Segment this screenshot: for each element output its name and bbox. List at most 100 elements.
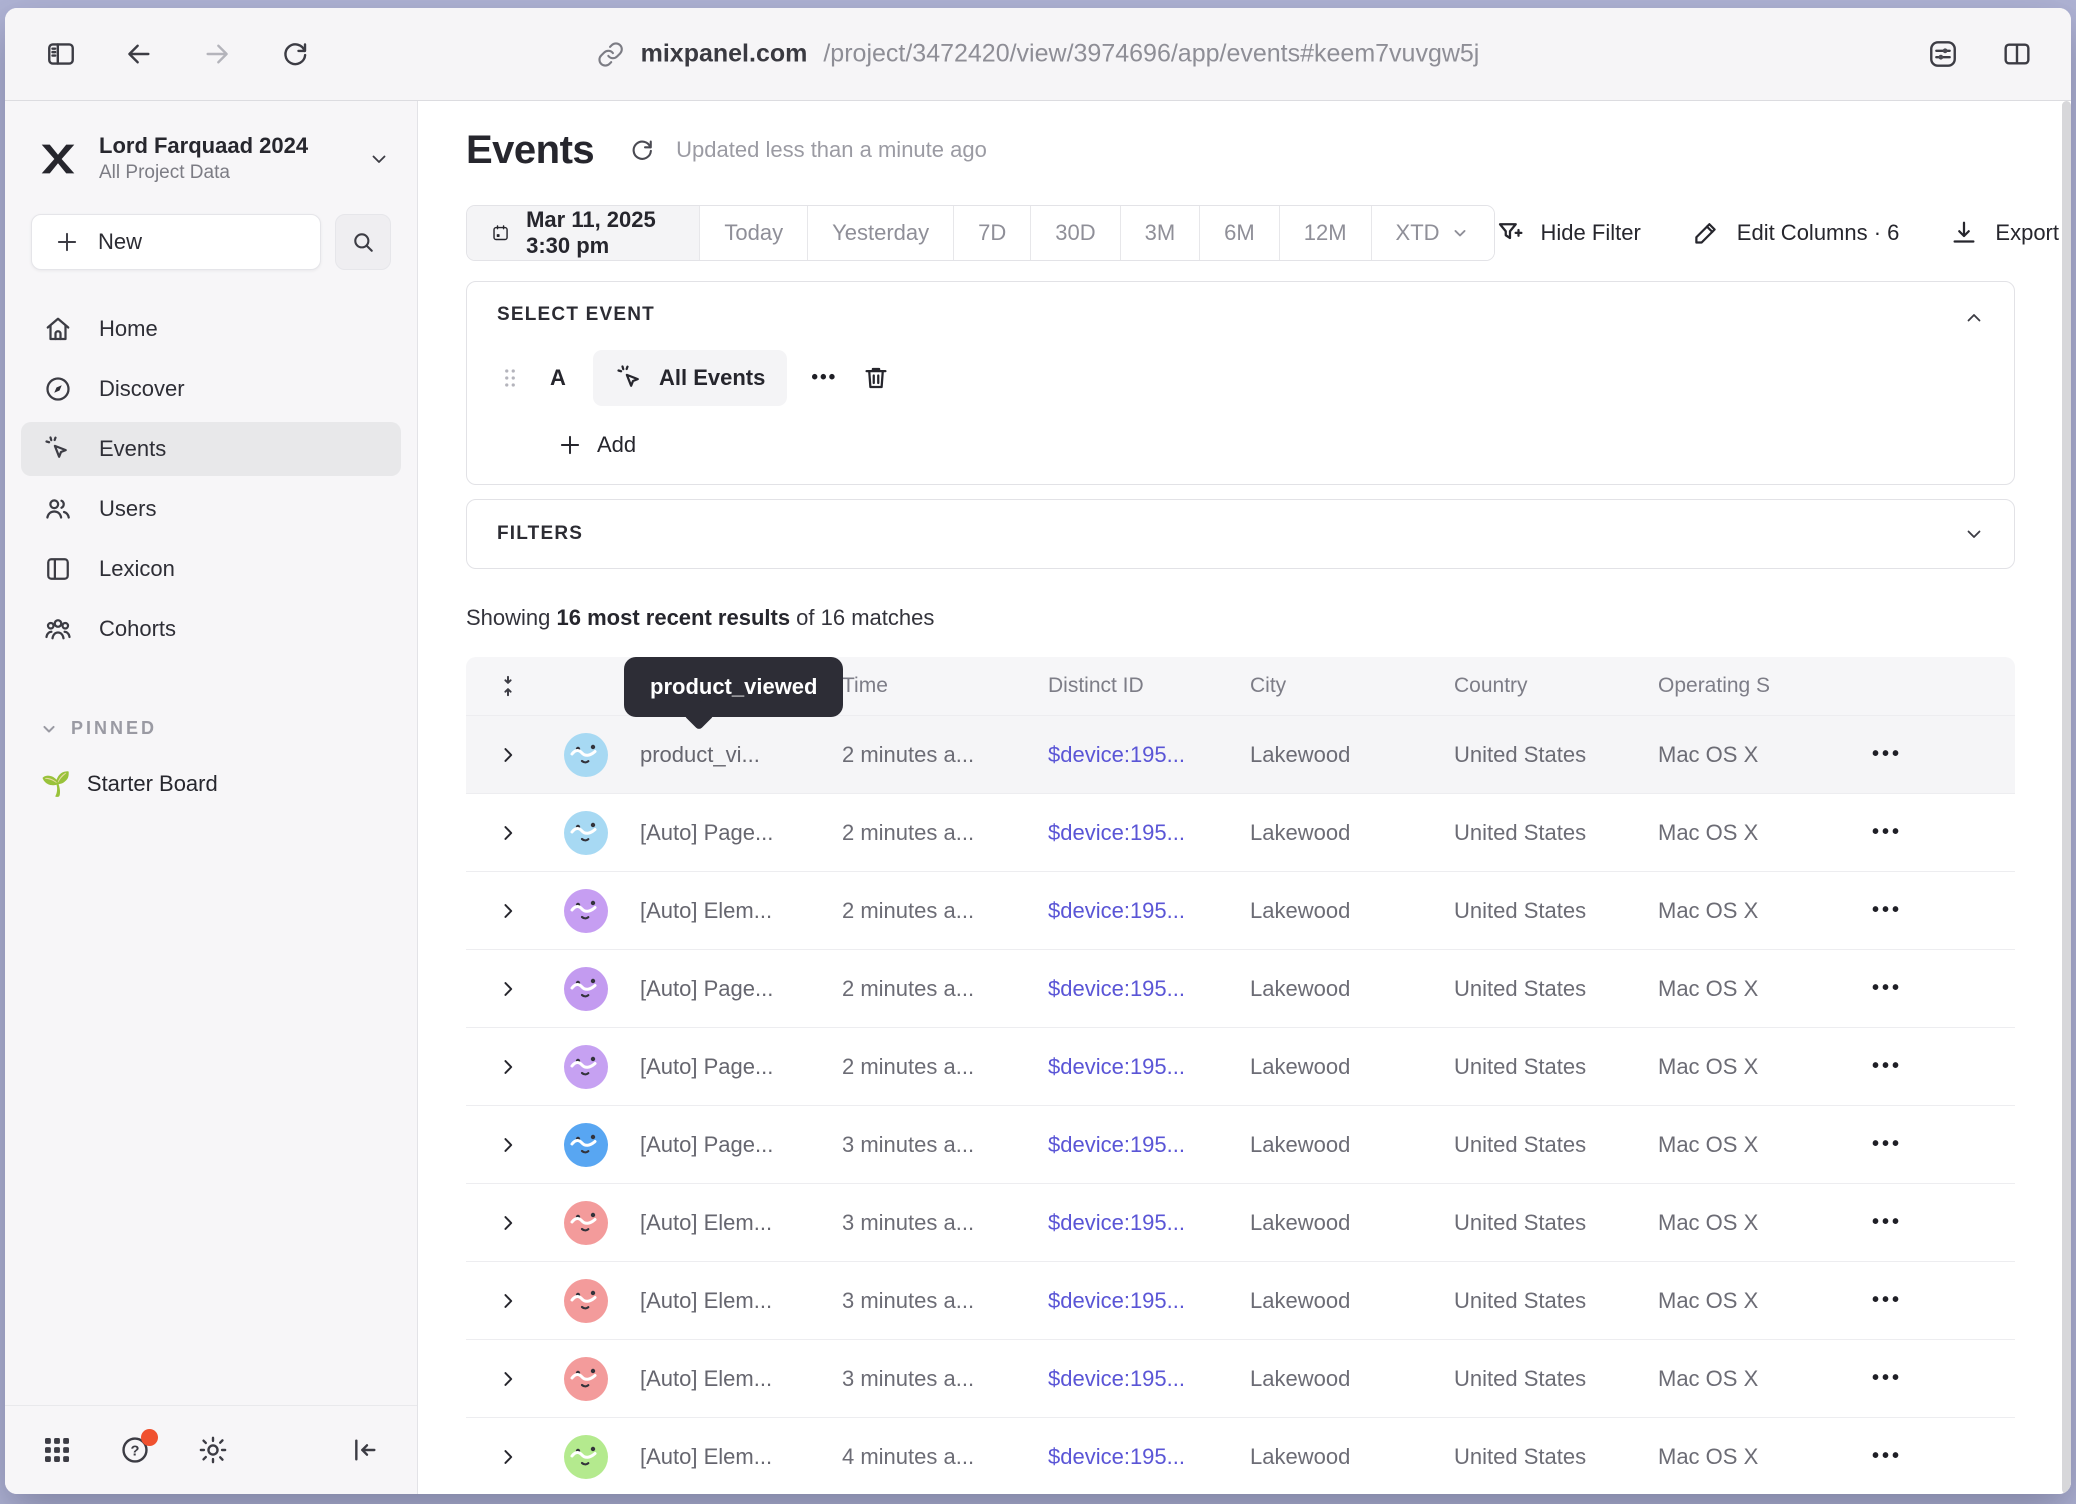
events-table-body: product_vi... 2 minutes a... $device:195… (466, 715, 2015, 1494)
select-event-card: SELECT EVENT A All Events ••• (466, 281, 2015, 485)
row-actions-button[interactable]: ••• (1848, 1445, 1902, 1468)
browser-sidebar-toggle-icon[interactable] (45, 38, 77, 70)
table-row[interactable]: [Auto] Page... 2 minutes a... $device:19… (466, 949, 2015, 1027)
sidebar-item-starter-board[interactable]: 🌱 Starter Board (21, 759, 401, 809)
distinct-id-link[interactable]: $device:195... (1048, 898, 1250, 924)
row-expand-chevron-icon[interactable] (497, 822, 519, 844)
page-settings-icon[interactable] (1927, 38, 1959, 70)
table-row[interactable]: [Auto] Elem... 3 minutes a... $device:19… (466, 1183, 2015, 1261)
country-cell: United States (1454, 1288, 1658, 1314)
event-name-cell: [Auto] Elem... (622, 1210, 842, 1236)
column-header-distinct-id[interactable]: Distinct ID (1048, 674, 1250, 698)
row-expand-chevron-icon[interactable] (497, 1446, 519, 1468)
new-button[interactable]: New (31, 214, 321, 270)
column-header-os[interactable]: Operating S (1658, 674, 1848, 698)
city-cell: Lakewood (1250, 742, 1454, 768)
expand-section-chevron-icon[interactable] (1962, 522, 1986, 546)
address-bar[interactable]: mixpanel.com/project/3472420/view/397469… (597, 40, 1480, 69)
distinct-id-link[interactable]: $device:195... (1048, 1054, 1250, 1080)
row-expand-chevron-icon[interactable] (497, 1368, 519, 1390)
table-row[interactable]: [Auto] Page... 2 minutes a... $device:19… (466, 793, 2015, 871)
column-header-city[interactable]: City (1250, 674, 1454, 698)
mixpanel-logo-icon (35, 136, 81, 182)
column-header-country[interactable]: Country (1454, 674, 1658, 698)
row-expand-chevron-icon[interactable] (497, 1134, 519, 1156)
range-30d-button[interactable]: 30D (1030, 206, 1119, 260)
refresh-icon[interactable] (628, 136, 656, 164)
distinct-id-link[interactable]: $device:195... (1048, 1210, 1250, 1236)
distinct-id-link[interactable]: $device:195... (1048, 1444, 1250, 1470)
distinct-id-link[interactable]: $device:195... (1048, 1366, 1250, 1392)
sidebar-item-lexicon[interactable]: Lexicon (21, 542, 401, 596)
sidebar-item-label: Home (99, 316, 158, 342)
row-actions-button[interactable]: ••• (1848, 743, 1902, 766)
distinct-id-link[interactable]: $device:195... (1048, 1288, 1250, 1314)
row-expand-chevron-icon[interactable] (497, 744, 519, 766)
filters-card[interactable]: FILTERS (466, 499, 2015, 569)
event-options-button[interactable]: ••• (811, 367, 837, 389)
collapse-sidebar-icon[interactable] (349, 1434, 381, 1466)
row-actions-button[interactable]: ••• (1848, 1211, 1902, 1234)
distinct-id-link[interactable]: $device:195... (1048, 742, 1250, 768)
row-actions-button[interactable]: ••• (1848, 1289, 1902, 1312)
drag-handle-icon[interactable] (497, 365, 523, 391)
page-scrollbar[interactable] (2062, 101, 2071, 1494)
table-row[interactable]: [Auto] Elem... 3 minutes a... $device:19… (466, 1261, 2015, 1339)
table-row[interactable]: [Auto] Elem... 4 minutes a... $device:19… (466, 1417, 2015, 1494)
add-event-button[interactable]: Add (557, 432, 1984, 458)
row-expand-chevron-icon[interactable] (497, 1290, 519, 1312)
range-3m-button[interactable]: 3M (1120, 206, 1200, 260)
pinned-section-header[interactable]: PINNED (39, 718, 417, 739)
os-cell: Mac OS X (1658, 1444, 1848, 1470)
trash-icon[interactable] (861, 363, 891, 393)
table-row[interactable]: [Auto] Page... 2 minutes a... $device:19… (466, 1027, 2015, 1105)
hide-filter-button[interactable]: Hide Filter (1495, 218, 1641, 248)
row-actions-button[interactable]: ••• (1848, 1133, 1902, 1156)
row-actions-button[interactable]: ••• (1848, 899, 1902, 922)
row-actions-button[interactable]: ••• (1848, 977, 1902, 1000)
search-button[interactable] (335, 214, 391, 270)
split-view-icon[interactable] (2001, 38, 2033, 70)
distinct-id-link[interactable]: $device:195... (1048, 976, 1250, 1002)
avatar (564, 1123, 608, 1167)
range-yesterday-button[interactable]: Yesterday (807, 206, 953, 260)
sidebar-item-discover[interactable]: Discover (21, 362, 401, 416)
event-selector-button[interactable]: All Events (593, 350, 787, 406)
collapse-all-rows-icon[interactable] (495, 673, 521, 699)
row-expand-chevron-icon[interactable] (497, 900, 519, 922)
row-expand-chevron-icon[interactable] (497, 978, 519, 1000)
distinct-id-link[interactable]: $device:195... (1048, 820, 1250, 846)
table-row[interactable]: [Auto] Elem... 2 minutes a... $device:19… (466, 871, 2015, 949)
export-button[interactable]: Export (1949, 218, 2059, 248)
gear-icon[interactable] (197, 1434, 229, 1466)
row-actions-button[interactable]: ••• (1848, 1055, 1902, 1078)
row-expand-chevron-icon[interactable] (497, 1056, 519, 1078)
sidebar-item-cohorts[interactable]: Cohorts (21, 602, 401, 656)
sidebar-item-users[interactable]: Users (21, 482, 401, 536)
apps-grid-icon[interactable] (41, 1434, 73, 1466)
back-icon[interactable] (123, 38, 155, 70)
range-12m-button[interactable]: 12M (1279, 206, 1371, 260)
row-actions-button[interactable]: ••• (1848, 821, 1902, 844)
reload-icon[interactable] (279, 38, 311, 70)
collapse-section-chevron-icon[interactable] (1962, 306, 1986, 330)
range-today-button[interactable]: Today (699, 206, 807, 260)
distinct-id-link[interactable]: $device:195... (1048, 1132, 1250, 1158)
row-actions-button[interactable]: ••• (1848, 1367, 1902, 1390)
edit-columns-button[interactable]: Edit Columns · 6 (1691, 218, 1900, 248)
sidebar-item-events[interactable]: Events (21, 422, 401, 476)
time-cell: 3 minutes a... (842, 1288, 1048, 1314)
row-expand-chevron-icon[interactable] (497, 1212, 519, 1234)
event-tooltip: product_viewed (624, 657, 843, 717)
range-7d-button[interactable]: 7D (953, 206, 1030, 260)
date-picker-button[interactable]: Mar 11, 2025 3:30 pm (467, 206, 699, 260)
project-scope: All Project Data (99, 162, 308, 184)
sidebar-item-home[interactable]: Home (21, 302, 401, 356)
help-icon[interactable]: ? (119, 1434, 151, 1466)
column-header-time[interactable]: Time (842, 674, 1048, 698)
project-switcher[interactable]: Lord Farquaad 2024 All Project Data (35, 133, 391, 184)
range-6m-button[interactable]: 6M (1199, 206, 1279, 260)
range-xtd-button[interactable]: XTD (1371, 206, 1494, 260)
table-row[interactable]: [Auto] Elem... 3 minutes a... $device:19… (466, 1339, 2015, 1417)
table-row[interactable]: [Auto] Page... 3 minutes a... $device:19… (466, 1105, 2015, 1183)
